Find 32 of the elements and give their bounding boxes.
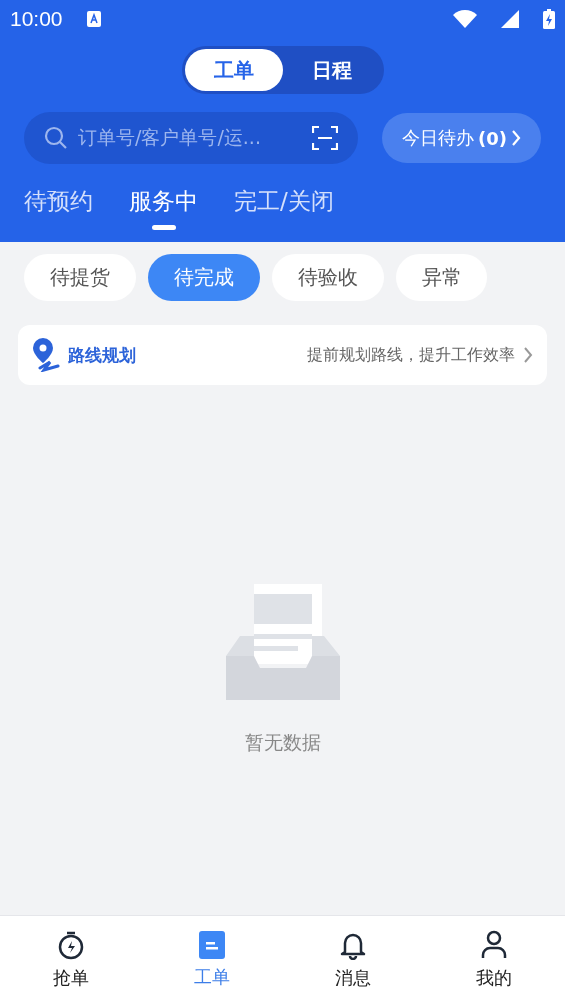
nav-tab[interactable]: 工单 bbox=[141, 916, 283, 1004]
status-time: 10:00 bbox=[10, 7, 63, 31]
mode-tab[interactable]: 日程 bbox=[282, 49, 381, 91]
search-icon bbox=[44, 126, 68, 150]
mode-tab[interactable]: 工单 bbox=[184, 49, 283, 91]
signal-icon bbox=[501, 10, 519, 28]
chevron-icon bbox=[523, 346, 533, 364]
status-tab[interactable]: 服务中 bbox=[129, 186, 198, 234]
keyboard-icon bbox=[86, 11, 101, 27]
wifi-icon bbox=[453, 10, 477, 28]
filter-chip[interactable]: 异常 bbox=[396, 254, 487, 301]
status-tab[interactable]: 完工/关闭 bbox=[234, 186, 334, 234]
route-hint: 提前规划路线，提升工作效率 bbox=[307, 344, 515, 366]
person-icon bbox=[480, 930, 509, 960]
document-icon bbox=[198, 931, 225, 959]
nav-tab[interactable]: 消息 bbox=[282, 916, 424, 1004]
route-title: 路线规划 bbox=[68, 343, 137, 367]
filter-chip[interactable]: 待完成 bbox=[148, 254, 260, 301]
status-tab[interactable]: 待预约 bbox=[24, 186, 93, 234]
empty-inbox-icon bbox=[225, 584, 340, 700]
battery-icon bbox=[543, 9, 555, 29]
nav-tab[interactable]: 抢单 bbox=[0, 916, 142, 1004]
search-field[interactable]: 订单号/客户单号/运... bbox=[24, 112, 358, 164]
filter-chip[interactable]: 待提货 bbox=[24, 254, 136, 301]
chevron-icon bbox=[511, 129, 521, 147]
scan-icon[interactable] bbox=[312, 125, 338, 151]
filter-chip[interactable]: 待验收 bbox=[272, 254, 384, 301]
nav-tab[interactable]: 我的 bbox=[423, 916, 565, 1004]
map-pin-icon bbox=[32, 338, 60, 372]
empty-text: 暂无数据 bbox=[244, 730, 321, 755]
today-todo-button[interactable]: 今日待办 (0) bbox=[382, 113, 541, 163]
route-banner[interactable]: 路线规划 提前规划路线，提升工作效率 bbox=[18, 325, 547, 385]
